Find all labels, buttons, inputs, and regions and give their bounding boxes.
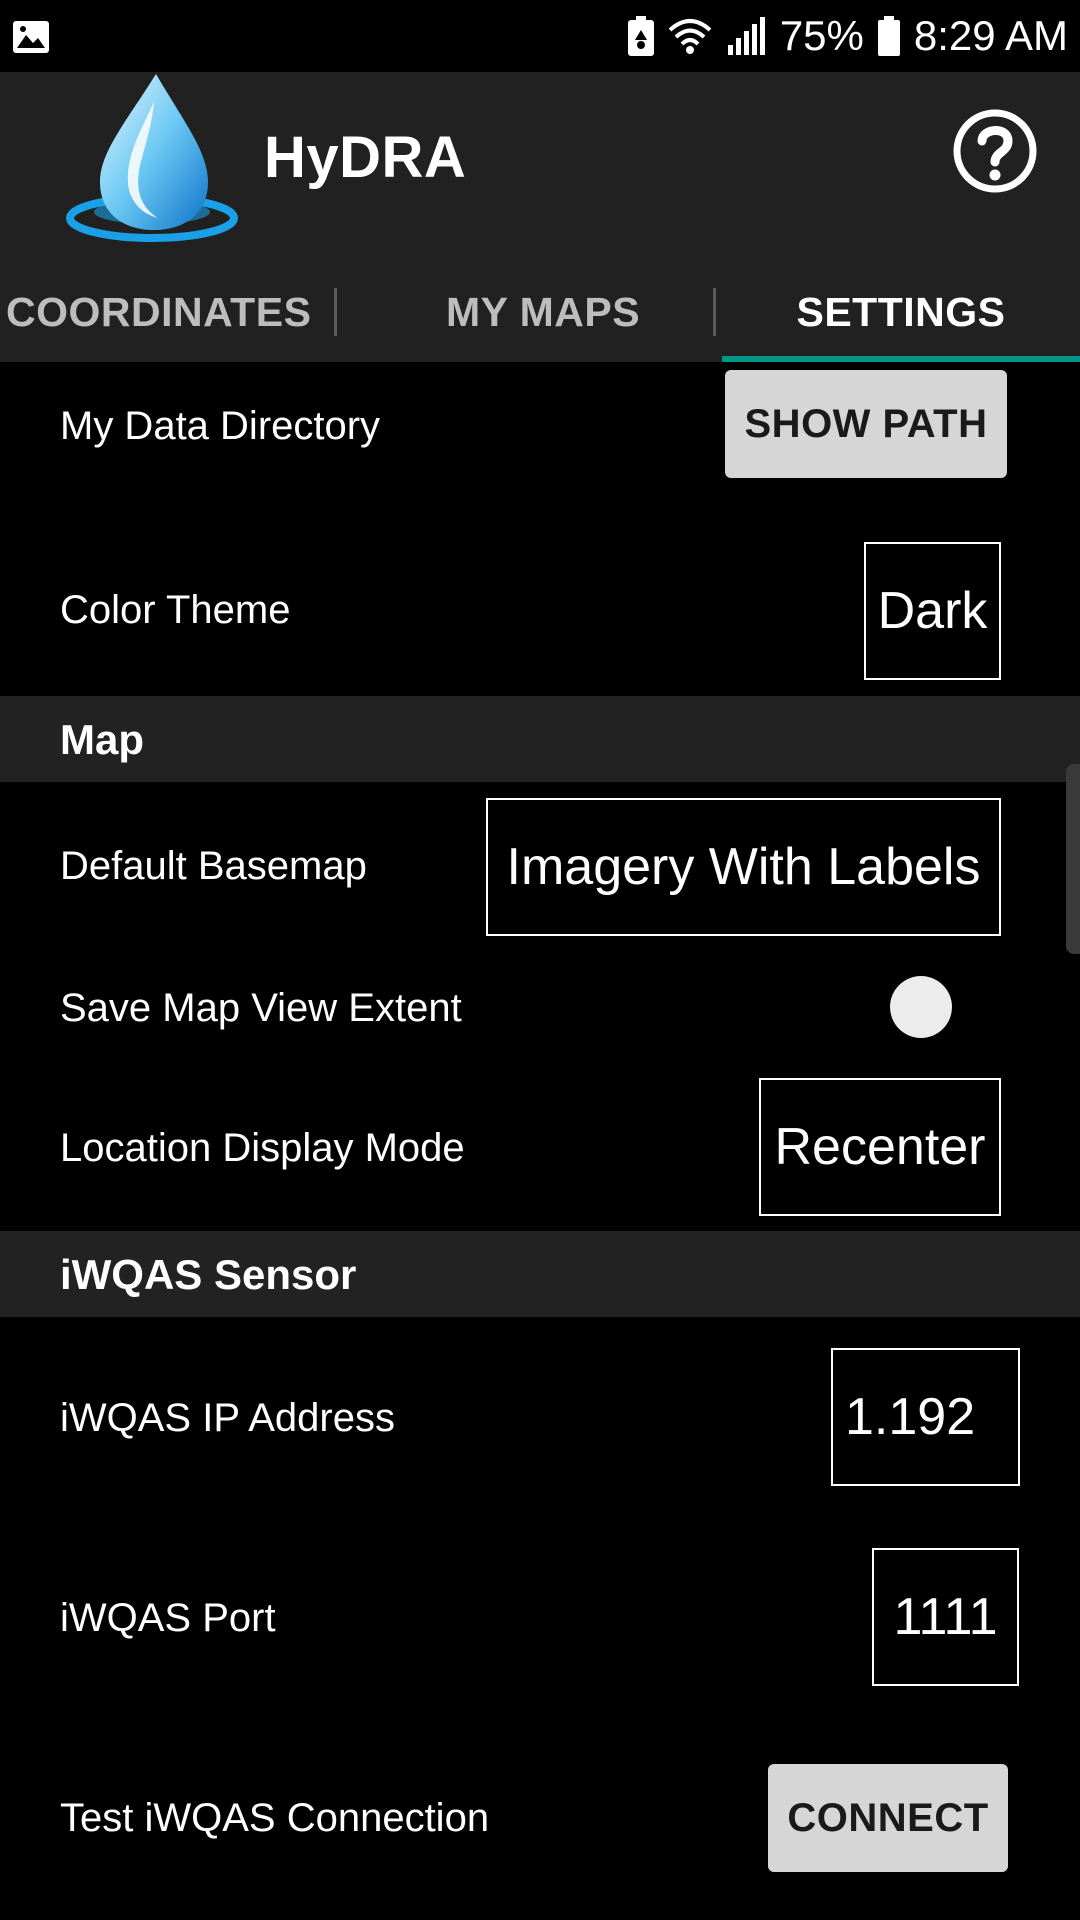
setting-row-data-directory: My Data Directory SHOW PATH bbox=[0, 362, 1080, 488]
show-path-button[interactable]: SHOW PATH bbox=[725, 370, 1007, 478]
tab-settings[interactable]: SETTINGS bbox=[722, 262, 1080, 362]
tab-divider bbox=[713, 288, 716, 336]
setting-row-location-display-mode: Location Display Mode Recenter bbox=[0, 1072, 1080, 1222]
settings-screen: 75% 8:29 AM HyDRA COORDINATES MY MAPS SE… bbox=[0, 0, 1080, 1920]
iwqas-ip-address-input[interactable]: 1.192 bbox=[831, 1348, 1020, 1486]
section-header-iwqas-sensor: iWQAS Sensor bbox=[0, 1231, 1080, 1317]
test-connection-label: Test iWQAS Connection bbox=[60, 1796, 490, 1840]
battery-percent: 75% bbox=[779, 12, 864, 59]
setting-row-color-theme: Color Theme Dark bbox=[0, 520, 1080, 694]
wifi-icon bbox=[668, 19, 712, 54]
battery-saver-icon bbox=[627, 16, 654, 56]
setting-row-test-connection: Test iWQAS Connection CONNECT bbox=[0, 1754, 1080, 1874]
tab-coordinates[interactable]: COORDINATES bbox=[0, 262, 364, 362]
color-theme-select[interactable]: Dark bbox=[864, 542, 1001, 680]
iwqas-port-label: iWQAS Port bbox=[60, 1596, 276, 1640]
location-display-mode-select[interactable]: Recenter bbox=[759, 1078, 1001, 1216]
save-map-view-extent-toggle[interactable] bbox=[890, 976, 952, 1038]
image-icon bbox=[13, 21, 49, 53]
section-header-map: Map bbox=[0, 696, 1080, 782]
iwqas-port-input[interactable]: 1111 bbox=[872, 1548, 1019, 1686]
data-directory-label: My Data Directory bbox=[60, 404, 381, 448]
tab-my-maps[interactable]: MY MAPS bbox=[364, 262, 722, 362]
status-bar: 75% 8:29 AM bbox=[0, 0, 1080, 72]
battery-icon bbox=[877, 16, 900, 56]
setting-row-iwqas-port: iWQAS Port 1111 bbox=[0, 1540, 1080, 1700]
tab-divider bbox=[334, 288, 337, 336]
setting-row-save-map-view-extent: Save Map View Extent bbox=[0, 952, 1080, 1062]
app-title: HyDRA bbox=[264, 125, 467, 190]
setting-row-iwqas-ip-address: iWQAS IP Address 1.192 bbox=[0, 1340, 1080, 1500]
status-time: 8:29 AM bbox=[913, 12, 1068, 59]
connect-button[interactable]: CONNECT bbox=[768, 1764, 1008, 1872]
color-theme-label: Color Theme bbox=[60, 588, 291, 632]
default-basemap-select[interactable]: Imagery With Labels bbox=[486, 798, 1001, 936]
iwqas-ip-address-label: iWQAS IP Address bbox=[60, 1396, 395, 1440]
default-basemap-label: Default Basemap bbox=[60, 844, 367, 888]
app-header: HyDRA COORDINATES MY MAPS SETTINGS bbox=[0, 72, 1080, 362]
save-map-view-extent-label: Save Map View Extent bbox=[60, 986, 462, 1030]
water-drop-icon bbox=[66, 74, 238, 242]
section-title-map: Map bbox=[60, 716, 144, 763]
status-icons: 75% 8:29 AM bbox=[627, 0, 1068, 72]
location-display-mode-label: Location Display Mode bbox=[60, 1126, 465, 1170]
signal-icon bbox=[727, 17, 765, 55]
setting-row-default-basemap: Default Basemap Imagery With Labels bbox=[0, 782, 1080, 942]
scroll-indicator[interactable] bbox=[1066, 764, 1080, 954]
tab-bar: COORDINATES MY MAPS SETTINGS bbox=[0, 262, 1080, 362]
help-circle-icon[interactable] bbox=[952, 108, 1038, 194]
section-title-iwqas-sensor: iWQAS Sensor bbox=[60, 1251, 357, 1298]
